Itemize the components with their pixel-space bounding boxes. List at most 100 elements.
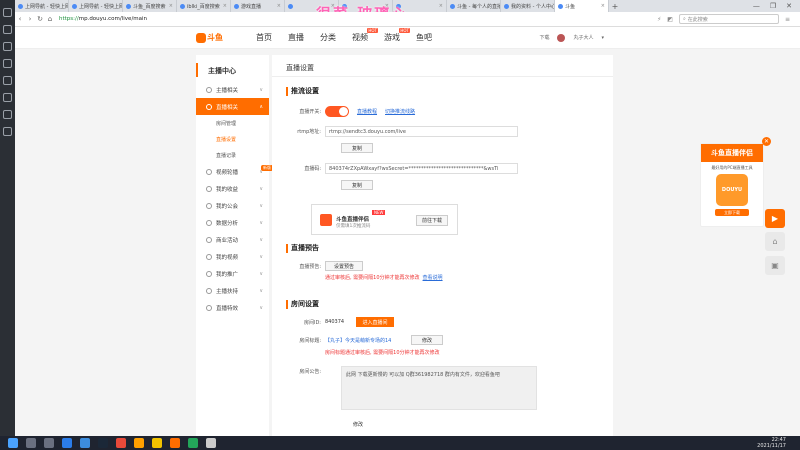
browser-tab[interactable]: 斗鱼 - 每个人的直播× (447, 0, 501, 12)
home-icon[interactable]: ⌂ (45, 15, 55, 23)
app-icon[interactable] (116, 438, 126, 448)
username[interactable]: 丸子大人 (573, 34, 593, 41)
menu-icon[interactable]: ≡ (785, 16, 790, 23)
refresh-icon[interactable]: ↻ (35, 15, 45, 23)
browser-icon[interactable] (62, 438, 72, 448)
app-icon[interactable] (152, 438, 162, 448)
app-icon[interactable] (3, 127, 12, 136)
sidebar-item[interactable]: 视频轮播 ∨ 新版 (196, 163, 273, 180)
ad-download-button[interactable]: 立即下载 (715, 209, 749, 216)
browser-tab[interactable]: 斗鱼 × (555, 0, 609, 12)
tab-close-icon[interactable]: × (601, 3, 605, 9)
extension-icon[interactable]: ◩ (667, 16, 673, 23)
app-icon[interactable] (3, 25, 12, 34)
view-explanation-link[interactable]: 查看说明 (423, 274, 443, 281)
enter-room-button[interactable]: 进入直播间 (356, 317, 394, 327)
sidebar-item[interactable]: 直播相关 ∧ (196, 98, 269, 115)
app-icon[interactable] (3, 76, 12, 85)
tutorial-link[interactable]: 直播教程 (357, 108, 377, 115)
sidebar: 主播中心 主播相关 ∨ 直播相关 ∧ 房间管理 直播设置 直播记录 视频轮播 ∨ 新版 我的收益 ∨ 我… (196, 55, 273, 436)
sidebar-item[interactable]: 商业活动 ∨ (196, 231, 269, 248)
minimize-icon[interactable]: — (753, 2, 760, 10)
douyu-logo[interactable]: 斗鱼 (196, 31, 236, 45)
sidebar-subitem[interactable]: 直播记录 (196, 147, 269, 163)
sidebar-item[interactable]: 直播特效 ∨ (196, 299, 269, 316)
nav-item[interactable]: 首页 (256, 32, 272, 43)
menu-item-icon (206, 270, 212, 277)
browser-tab[interactable]: iblki_百度搜索 × (177, 0, 231, 12)
lightning-icon[interactable]: ⚡ (657, 16, 661, 23)
app-icon[interactable] (80, 438, 90, 448)
promo-download-button[interactable]: 前往下载 (416, 215, 448, 226)
nav-item[interactable]: 游戏 HOT (384, 28, 410, 43)
download-link[interactable]: 下载 (539, 34, 549, 41)
favicon-icon (180, 3, 185, 9)
tab-close-icon[interactable]: × (439, 3, 443, 9)
search-icon[interactable] (26, 438, 36, 448)
home-tool-icon[interactable]: ⌂ (765, 232, 785, 251)
app-icon[interactable] (206, 438, 216, 448)
browser-tab[interactable]: 斗鱼_百度搜索 × (123, 0, 177, 12)
live-tool-icon[interactable]: ▶ (765, 209, 785, 228)
task-view-icon[interactable] (44, 438, 54, 448)
room-notice-box[interactable]: 此网 下载更新慢的 可以加 Q群361982718 群内有文件，欢迎看鱼吧 (341, 366, 537, 410)
search-input[interactable]: ⌕ 在此搜索 (678, 14, 779, 24)
sidebar-item[interactable]: 我的推广 ∨ (196, 265, 269, 282)
copy-rtmp-button[interactable]: 复制 (341, 143, 373, 153)
app-icon[interactable] (3, 59, 12, 68)
sidebar-item[interactable]: 我的视频 ∨ (196, 248, 269, 265)
browser-tab[interactable]: 我的资料 - 个人中心× (501, 0, 555, 12)
favicon-icon (234, 3, 239, 9)
sidebar-item[interactable]: 主播扶持 ∨ (196, 282, 269, 299)
edit-title-button[interactable]: 修改 (411, 335, 443, 345)
companion-float-ad[interactable]: 斗鱼直播伴侣 最好用的PC端直播工具 DOUYU 立即下载 (700, 143, 764, 227)
sidebar-subitem[interactable]: 房间管理 (196, 115, 269, 131)
tab-close-icon[interactable]: × (169, 3, 173, 9)
system-clock[interactable]: 22:47 2021/11/17 (757, 437, 786, 449)
chevron-down-icon[interactable]: ▾ (601, 35, 604, 41)
rtmp-address-field[interactable]: rtmp://sendtc3.douyu.com/live (325, 126, 518, 137)
app-icon[interactable] (134, 438, 144, 448)
app-icon[interactable] (188, 438, 198, 448)
feedback-tool-icon[interactable]: ▣ (765, 256, 785, 275)
maximize-icon[interactable]: ❐ (770, 2, 776, 10)
sidebar-item[interactable]: 主播相关 ∨ (196, 81, 269, 98)
browser-tab[interactable]: 上网导航 - 轻快上网× (69, 0, 123, 12)
back-icon[interactable]: ‹ (15, 15, 25, 23)
sidebar-subitem[interactable]: 直播设置 (196, 131, 269, 147)
favicon-icon (558, 3, 563, 9)
nav-item[interactable]: 鱼吧 (416, 32, 432, 43)
switch-line-link[interactable]: 切换推流线路 (385, 108, 415, 115)
sidebar-item[interactable]: 我的公会 ∨ (196, 197, 269, 214)
nav-item[interactable]: 直播 (288, 32, 304, 43)
new-tab-button[interactable]: + (609, 2, 621, 11)
edit-notice-button[interactable]: 修改 (342, 419, 374, 429)
sidebar-item[interactable]: 我的收益 ∨ (196, 180, 269, 197)
start-icon[interactable] (8, 438, 18, 448)
forward-icon[interactable]: › (25, 15, 35, 23)
stream-code-field[interactable]: 840374rZXpAWxayf?wsSecret=**************… (325, 163, 518, 174)
tab-close-icon[interactable]: × (277, 3, 281, 9)
play-icon (320, 214, 332, 226)
avatar[interactable] (557, 33, 566, 42)
tab-label: 游戏直播 (241, 3, 262, 10)
app-icon[interactable] (3, 110, 12, 119)
steam-icon[interactable] (98, 438, 108, 448)
sidebar-item[interactable]: 数据分析 ∨ (196, 214, 269, 231)
nav-item[interactable]: 分类 (320, 32, 336, 43)
live-switch-toggle[interactable] (325, 106, 349, 117)
browser-tab[interactable]: 游戏直播 × (231, 0, 285, 12)
douyu-app-icon[interactable] (170, 438, 180, 448)
url-field[interactable]: https://mp.douyu.com/live/main (59, 16, 147, 22)
close-icon[interactable]: ✕ (786, 2, 792, 10)
app-icon[interactable] (3, 93, 12, 102)
nav-item[interactable]: 视频 HOT (352, 28, 378, 43)
copy-code-button[interactable]: 复制 (341, 180, 373, 190)
app-icon[interactable] (3, 8, 12, 17)
tab-close-icon[interactable]: × (223, 3, 227, 9)
set-preview-button[interactable]: 设置预告 (325, 261, 363, 271)
app-icon[interactable] (3, 42, 12, 51)
browser-tab[interactable]: 上网导航 - 轻快上网× (15, 0, 69, 12)
switch-label: 直播开关: (299, 109, 321, 115)
ad-close-icon[interactable]: ✕ (762, 137, 771, 146)
